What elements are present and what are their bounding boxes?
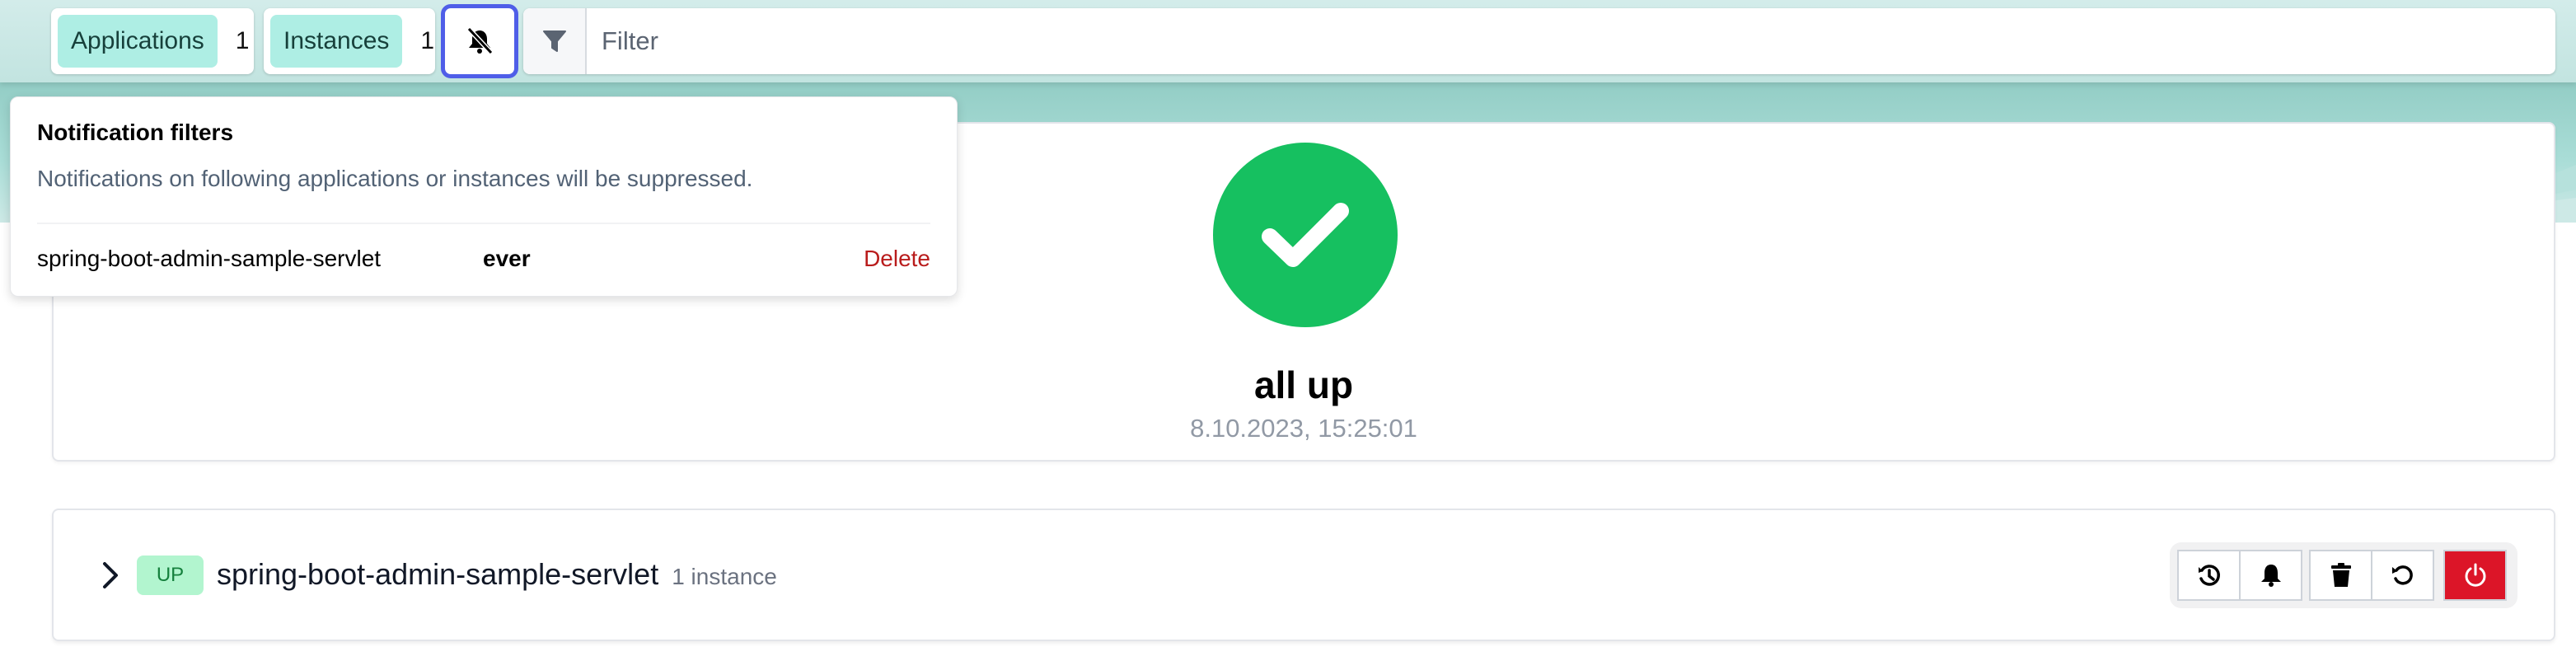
application-name-line: spring-boot-admin-sample-servlet 1 insta… <box>217 557 777 592</box>
bell-icon <box>2260 565 2281 587</box>
application-actions <box>2170 542 2517 608</box>
instances-count-box: Instances 1 <box>264 8 435 74</box>
popover-divider <box>37 223 930 224</box>
refresh-icon <box>2391 565 2413 585</box>
chevron-right-icon[interactable] <box>101 561 119 589</box>
delete-filter-link[interactable]: Delete <box>864 246 930 272</box>
refresh-button[interactable] <box>2371 550 2434 601</box>
status-title: all up <box>1253 363 1354 406</box>
bell-slash-icon <box>466 27 494 55</box>
application-name: spring-boot-admin-sample-servlet <box>217 557 659 591</box>
unregister-button[interactable] <box>2309 550 2372 601</box>
filter-input[interactable] <box>587 8 2555 74</box>
filter-search-group <box>523 8 2555 74</box>
popover-description: Notifications on following applications … <box>37 166 753 191</box>
instance-count: 1 instance <box>672 564 777 589</box>
applications-count-box: Applications 1 <box>51 8 254 74</box>
notifications-button[interactable] <box>2239 550 2302 601</box>
history-icon <box>2198 565 2220 586</box>
funnel-icon <box>542 30 566 52</box>
shutdown-button[interactable] <box>2443 550 2507 601</box>
application-row[interactable]: UP spring-boot-admin-sample-servlet 1 in… <box>52 509 2555 641</box>
instances-count: 1 <box>420 27 435 54</box>
applications-label: Applications <box>58 15 218 68</box>
status-timestamp: 8.10.2023, 15:25:01 <box>1190 414 1417 443</box>
journal-button[interactable] <box>2177 550 2241 601</box>
toolbar: Applications 1 Instances 1 <box>0 0 2576 82</box>
instances-label: Instances <box>270 15 403 68</box>
checkmark-icon <box>1262 203 1349 267</box>
applications-count: 1 <box>235 27 250 54</box>
filter-target-name: spring-boot-admin-sample-servlet <box>37 246 382 271</box>
notification-filters-popover: Notification filters Notifications on fo… <box>10 96 958 297</box>
filter-expiry: ever <box>483 246 531 271</box>
notification-filter-row: spring-boot-admin-sample-servlet ever De… <box>37 246 930 279</box>
notification-filters-button[interactable] <box>441 4 518 78</box>
filter-addon <box>523 8 587 74</box>
check-circle-icon <box>1213 143 1398 327</box>
status-badge: UP <box>137 556 204 595</box>
trash-icon <box>2330 563 2351 587</box>
power-icon <box>2465 563 2485 587</box>
popover-title: Notification filters <box>37 120 234 145</box>
